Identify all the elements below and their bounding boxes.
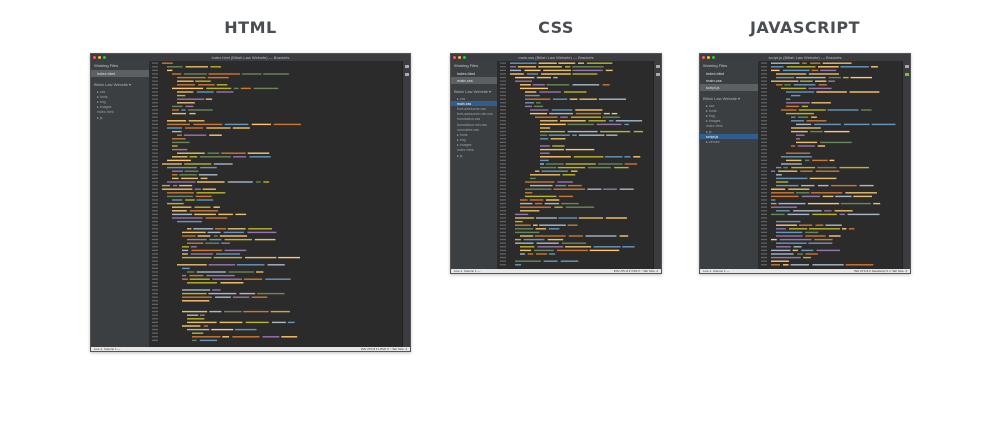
window-title: script.js (Bitlah Law Website) — Bracket… <box>768 55 842 60</box>
live-preview-icon[interactable] <box>655 65 660 68</box>
extension-manager-icon[interactable] <box>404 73 409 76</box>
status-right-info: INS UTF-8 ▾ HTML ▾ ○ Tab Size: 4 <box>360 347 407 351</box>
window-titlebar: main.css (Bitlah Law Website) — Brackets <box>451 54 661 61</box>
status-bar: Line 1, Column 1 — INS UTF-8 ▾ CSS ▾ ○ T… <box>451 269 661 273</box>
project-dropdown[interactable]: Bitlah Law Website ▾ <box>700 91 758 103</box>
window-title: main.css (Bitlah Law Website) — Brackets <box>518 55 594 60</box>
html-heading: HTML <box>224 18 277 37</box>
close-window-button[interactable] <box>93 56 96 59</box>
window-title: index.html (Bitlah Law Website) — Bracke… <box>211 55 290 60</box>
cursor-position: Line 1, Column 1 — <box>454 269 481 273</box>
right-toolbar <box>653 61 661 269</box>
close-window-button[interactable] <box>702 56 705 59</box>
file-tree-item[interactable]: ▸ vendor <box>700 139 758 144</box>
code-editor[interactable] <box>498 61 653 269</box>
css-heading: CSS <box>538 18 574 37</box>
status-right-info: INS UTF-8 ▾ JavaScript ▾ ⚠ Tab Size: 4 <box>854 269 907 273</box>
zoom-window-button[interactable] <box>712 56 715 59</box>
status-bar: Line 1, Column 1 — INS UTF-8 ▾ JavaScrip… <box>700 269 910 273</box>
status-right-info: INS UTF-8 ▾ CSS ▾ ○ Tab Size: 4 <box>613 269 658 273</box>
css-editor-window: main.css (Bitlah Law Website) — Brackets… <box>450 53 662 274</box>
working-file-item[interactable]: index.html <box>700 70 758 77</box>
file-tree-item[interactable]: ▸ js <box>451 153 497 158</box>
project-dropdown[interactable]: Bitlah Law Website ▾ <box>91 77 149 89</box>
extension-manager-icon[interactable] <box>655 73 660 76</box>
code-lines <box>500 62 644 266</box>
code-editor[interactable] <box>150 61 402 347</box>
working-files-label: Working Files <box>703 63 728 68</box>
javascript-editor-window: script.js (Bitlah Law Website) — Bracket… <box>699 53 911 274</box>
zoom-window-button[interactable] <box>463 56 466 59</box>
lint-status-icon[interactable] <box>904 73 909 76</box>
code-lines <box>152 62 301 342</box>
status-bar: Line 1, Column 1 — INS UTF-8 ▾ HTML ▾ ○ … <box>91 347 410 351</box>
html-editor-window: index.html (Bitlah Law Website) — Bracke… <box>90 53 411 352</box>
working-file-item[interactable]: main.css <box>451 77 497 84</box>
code-lines <box>761 62 896 266</box>
cursor-position: Line 1, Column 1 — <box>94 347 121 351</box>
right-toolbar <box>402 61 410 347</box>
javascript-heading: JAVASCRIPT <box>749 18 861 37</box>
live-preview-icon[interactable] <box>904 65 909 68</box>
right-toolbar <box>902 61 910 269</box>
minimize-window-button[interactable] <box>98 56 101 59</box>
project-dropdown[interactable]: Bitlah Law Website ▾ <box>451 84 497 96</box>
file-tree-item[interactable]: ▸ js <box>91 115 149 120</box>
working-file-item[interactable]: index.html <box>451 70 497 77</box>
working-file-item[interactable]: index.html <box>91 70 149 77</box>
javascript-panel: JAVASCRIPT script.js (Bitlah Law Website… <box>699 18 911 274</box>
html-panel: HTML index.html (Bitlah Law Website) — B… <box>90 18 411 352</box>
window-titlebar: script.js (Bitlah Law Website) — Bracket… <box>700 54 910 61</box>
file-sidebar: Working Files index.html main.css Bitlah … <box>451 61 498 273</box>
css-panel: CSS main.css (Bitlah Law Website) — Brac… <box>450 18 662 274</box>
minimize-window-button[interactable] <box>458 56 461 59</box>
minimize-window-button[interactable] <box>707 56 710 59</box>
cursor-position: Line 1, Column 1 — <box>703 269 730 273</box>
working-files-label: Working Files <box>454 63 479 68</box>
working-files-label: Working Files <box>94 63 119 68</box>
file-tree-item[interactable]: font-awesome.min.css <box>451 112 497 117</box>
zoom-window-button[interactable] <box>103 56 106 59</box>
working-file-item[interactable]: main.css <box>700 77 758 84</box>
live-preview-icon[interactable] <box>404 65 409 68</box>
window-titlebar: index.html (Bitlah Law Website) — Bracke… <box>91 54 410 61</box>
file-sidebar: Working Files index.html main.css script.j… <box>700 61 759 273</box>
close-window-button[interactable] <box>453 56 456 59</box>
code-editor[interactable] <box>759 61 902 269</box>
file-sidebar: Working Files index.html Bitlah Law Webs… <box>91 61 150 351</box>
working-file-item[interactable]: script.js <box>700 84 758 91</box>
